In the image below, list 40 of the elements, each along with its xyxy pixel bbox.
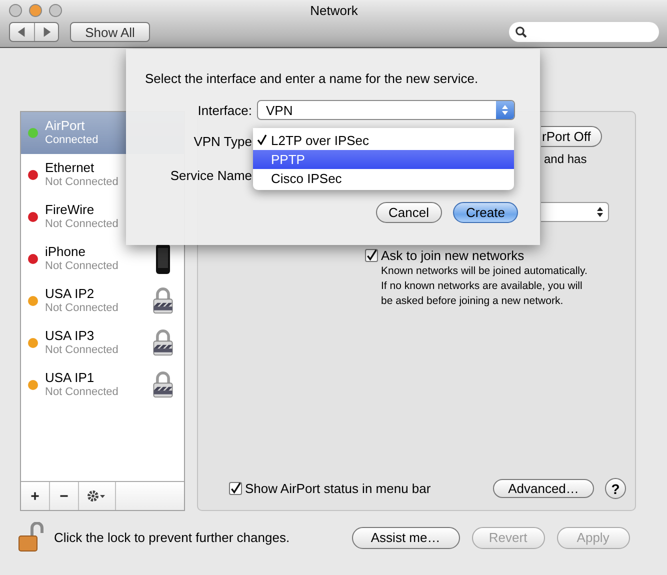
back-forward-control[interactable]: [9, 22, 59, 42]
sheet-button[interactable]: Cancel: [376, 202, 442, 223]
window-control[interactable]: [49, 4, 62, 16]
network-name-popup[interactable]: [541, 202, 609, 222]
checkbox[interactable]: [365, 249, 378, 262]
interface-popup[interactable]: VPN: [257, 100, 515, 120]
stepper-arrows-icon: [501, 104, 509, 116]
menu-item[interactable]: L2TP over IPSec: [253, 131, 514, 150]
show-all-button[interactable]: Show All: [70, 22, 150, 42]
sheet-prompt: Select the interface and enter a name for the new service.: [145, 71, 478, 86]
checkmark-icon: [257, 134, 267, 145]
search-icon: [515, 26, 527, 38]
help-button[interactable]: ?: [605, 478, 626, 499]
padlock-icon[interactable]: [18, 522, 46, 553]
service-item[interactable]: USA IP1 Not Connected: [21, 364, 184, 406]
menu-item[interactable]: Cisco IPSec: [253, 169, 514, 188]
window-control[interactable]: [29, 4, 42, 16]
list-button[interactable]: −: [50, 482, 79, 510]
stepper-arrows-icon: [596, 206, 604, 218]
advanced-button[interactable]: Advanced…: [493, 479, 594, 498]
list-button[interactable]: +: [21, 482, 50, 510]
turn-off-button[interactable]: rPort Off: [541, 126, 602, 147]
field-label: Interface:: [196, 102, 253, 118]
status-text: and has: [544, 152, 587, 166]
lock-message: Click the lock to prevent further changes.: [54, 530, 290, 545]
field-label: VPN Type: [192, 134, 253, 148]
field-label: Service Name: [169, 168, 253, 182]
service-item[interactable]: USA IP3 Not Connected: [21, 322, 184, 364]
menu-item[interactable]: PPTP: [253, 150, 514, 169]
checkbox[interactable]: [229, 482, 242, 495]
checkbox-label: Ask to join new networks: [381, 248, 524, 263]
service-item[interactable]: USA IP2 Not Connected: [21, 280, 184, 322]
window-title: Network: [310, 2, 358, 18]
checkbox-label: Show AirPort status in menu bar: [245, 481, 431, 496]
service-item[interactable]: iPhone Not Connected: [21, 238, 184, 280]
window-control[interactable]: [9, 4, 22, 16]
sheet-button[interactable]: Create: [452, 202, 518, 223]
footer-button[interactable]: Assist me…: [352, 526, 460, 548]
help-text: Known networks will be joined automatically. If no known networks are available, you will be asked before joining a new network.: [381, 264, 588, 309]
search-field[interactable]: [509, 22, 659, 42]
